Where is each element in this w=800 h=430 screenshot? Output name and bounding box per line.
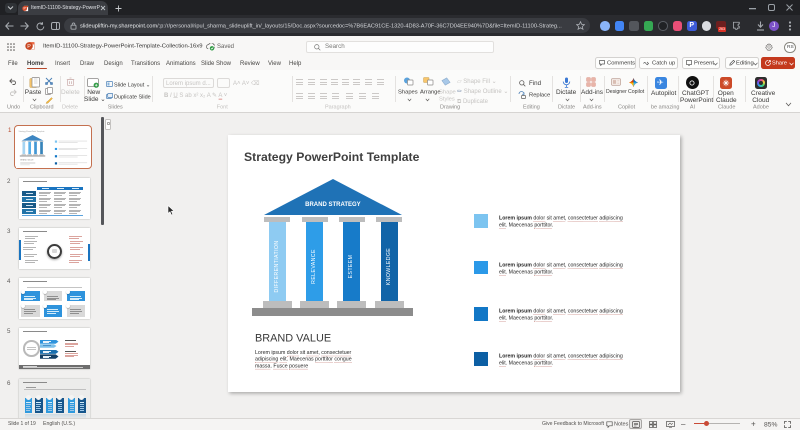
svg-text:P: P — [27, 44, 31, 50]
